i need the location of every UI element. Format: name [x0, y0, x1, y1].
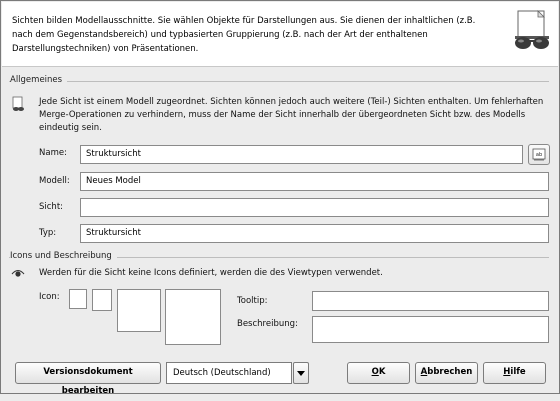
- general-divider: [9, 81, 549, 82]
- dialog-window: Sichten bilden Modellausschnitte. Sie wä…: [0, 0, 560, 396]
- icon-slot-small[interactable]: [69, 289, 87, 309]
- dialog-header: Sichten bilden Modellausschnitte. Sie wä…: [2, 2, 558, 67]
- text-edit-icon: ab: [532, 148, 546, 161]
- edit-version-document-button[interactable]: Versionsdokument bearbeiten: [15, 362, 161, 396]
- ok-button[interactable]: OK: [347, 362, 410, 384]
- chevron-down-icon: [297, 371, 305, 376]
- help-button[interactable]: Hilfe: [483, 362, 546, 384]
- icon-slot-xlarge[interactable]: [165, 289, 221, 345]
- svg-text:ab: ab: [536, 152, 542, 158]
- icon-slot-large[interactable]: [117, 289, 161, 332]
- eye-icon: [11, 267, 25, 283]
- cancel-label: bbrechen: [427, 367, 473, 377]
- icons-section-title: Icons und Beschreibung: [10, 251, 117, 261]
- model-label: Modell:: [39, 176, 70, 186]
- ok-label: K: [378, 367, 386, 377]
- general-info-text: Jede Sicht ist einem Modell zugeordnet. …: [39, 97, 544, 133]
- language-dropdown-button[interactable]: [293, 362, 309, 384]
- icon-label: Icon:: [39, 292, 60, 302]
- icon-slot-medium[interactable]: [92, 289, 112, 311]
- tooltip-field[interactable]: [312, 291, 549, 311]
- view-label: Sicht:: [39, 202, 64, 212]
- icons-info-text: Werden für die Sicht keine Icons definie…: [39, 268, 383, 278]
- name-label: Name:: [39, 148, 67, 158]
- model-field[interactable]: Neues Model: [80, 172, 549, 191]
- rename-button[interactable]: ab: [528, 144, 550, 165]
- help-label: ilfe: [510, 367, 526, 377]
- language-select[interactable]: Deutsch (Deutschland): [166, 362, 292, 384]
- type-field[interactable]: Struktursicht: [80, 224, 549, 243]
- type-label: Typ:: [39, 228, 57, 238]
- header-description: Sichten bilden Modellausschnitte. Sie wä…: [12, 16, 476, 54]
- document-info-icon: [11, 96, 25, 112]
- description-field[interactable]: [312, 316, 549, 343]
- ok-mnemonic: O: [371, 367, 379, 377]
- name-field[interactable]: Struktursicht: [80, 145, 523, 164]
- description-label: Beschreibung:: [237, 319, 298, 329]
- tooltip-label: Tooltip:: [237, 296, 268, 306]
- cancel-button[interactable]: Abbrechen: [415, 362, 478, 384]
- general-section-title: Allgemeines: [10, 75, 68, 85]
- glasses-icon: [512, 9, 552, 51]
- view-field[interactable]: [80, 198, 549, 217]
